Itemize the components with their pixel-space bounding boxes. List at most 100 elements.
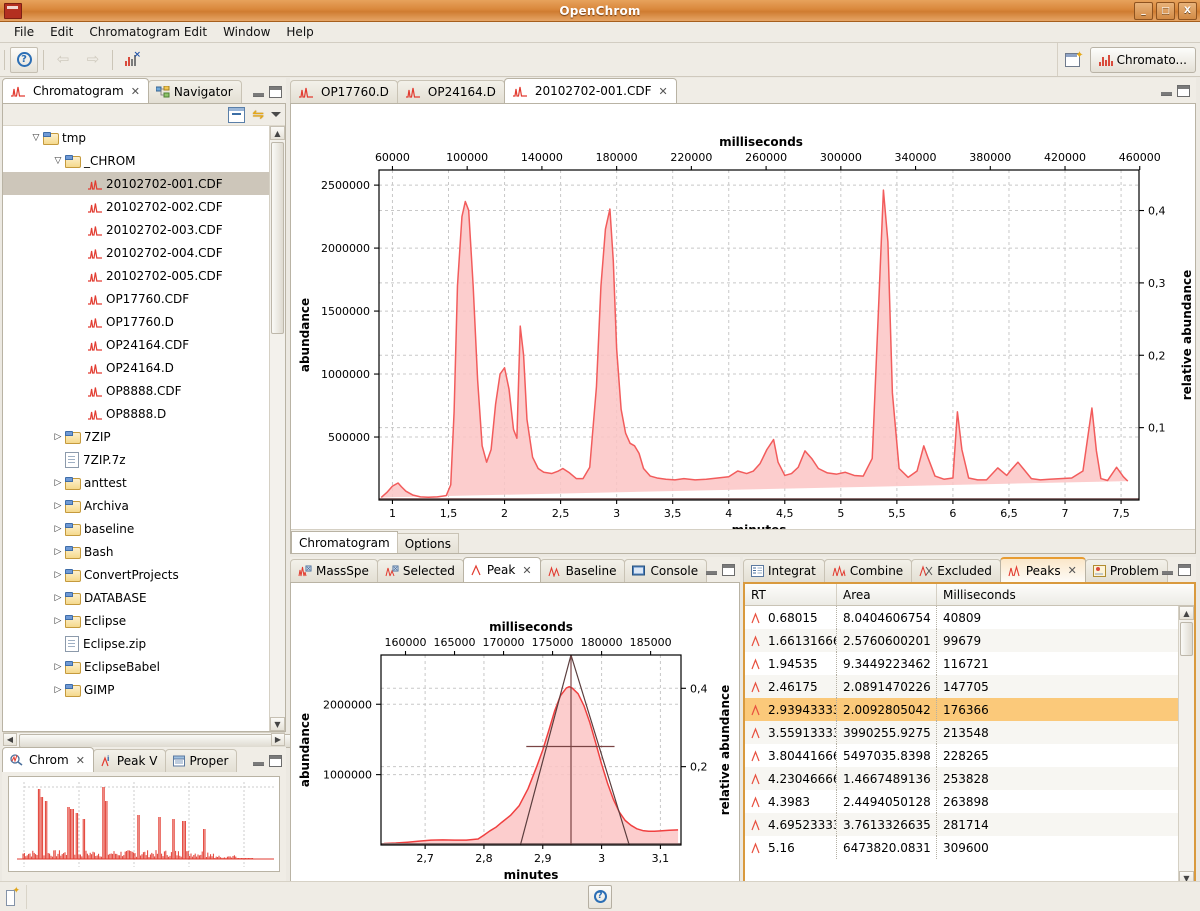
tab-selected-peak[interactable]: Selected bbox=[376, 559, 464, 582]
tree-item[interactable]: 20102702-003.CDF bbox=[3, 218, 269, 241]
menu-window[interactable]: Window bbox=[215, 23, 278, 41]
tree-item[interactable]: Eclipse.zip bbox=[3, 632, 269, 655]
close-icon[interactable]: ✕ bbox=[522, 564, 531, 577]
tab-peaks[interactable]: Peaks ✕ bbox=[999, 557, 1086, 582]
tab-excluded[interactable]: Excluded bbox=[911, 559, 1001, 582]
table-row[interactable]: 1.94535 9.3449223462 116721 bbox=[745, 652, 1178, 675]
tree-item[interactable]: ▷ Bash bbox=[3, 540, 269, 563]
tree-item[interactable]: ▷ GIMP bbox=[3, 678, 269, 701]
help-button[interactable]: ? bbox=[10, 46, 38, 73]
menu-file[interactable]: File bbox=[6, 23, 42, 41]
subtab-options[interactable]: Options bbox=[396, 533, 459, 553]
tree-item[interactable]: OP8888.D bbox=[3, 402, 269, 425]
mini-chromatogram-chart[interactable] bbox=[8, 776, 280, 872]
delete-chart-button[interactable]: × bbox=[118, 47, 146, 73]
collapse-all-icon[interactable] bbox=[228, 106, 246, 123]
tree-item[interactable]: 20102702-005.CDF bbox=[3, 264, 269, 287]
tree-twisty[interactable]: ▷ bbox=[51, 547, 65, 557]
menu-chromatogram-edit[interactable]: Chromatogram Edit bbox=[81, 23, 215, 41]
main-chromatogram-chart[interactable]: 1 1,5 2 2,5 3 3,5 4 4,5 5 5,5 6 6,5 7 7,5 minutes 60000… bbox=[291, 104, 1195, 537]
scroll-down-icon[interactable]: ▼ bbox=[270, 717, 285, 731]
tree-item[interactable]: OP8888.CDF bbox=[3, 379, 269, 402]
table-row[interactable]: 0.68015 8.0404606754 40809 bbox=[745, 606, 1178, 629]
tree-item[interactable]: ▽ tmp bbox=[3, 126, 269, 149]
tree-twisty[interactable]: ▷ bbox=[51, 570, 65, 580]
minimize-view-icon[interactable] bbox=[1162, 565, 1173, 575]
tree-twisty[interactable]: ▷ bbox=[51, 524, 65, 534]
scroll-up-icon[interactable]: ▲ bbox=[1179, 606, 1194, 620]
tree-item[interactable]: OP17760.D bbox=[3, 310, 269, 333]
link-with-editor-icon[interactable]: ⇋ bbox=[252, 108, 264, 122]
maximize-view-icon[interactable] bbox=[1178, 564, 1191, 576]
perspective-chromatography-button[interactable]: Chromato... bbox=[1089, 46, 1196, 73]
table-row[interactable]: 4.69523333 3.7613326635 281714 bbox=[745, 813, 1178, 836]
minimize-view-icon[interactable] bbox=[1161, 86, 1172, 96]
tree-item[interactable]: ▷ DATABASE bbox=[3, 586, 269, 609]
minimize-view-icon[interactable] bbox=[706, 565, 717, 575]
tree-item[interactable]: ▷ Eclipse bbox=[3, 609, 269, 632]
tree-item[interactable]: ▷ EclipseBabel bbox=[3, 655, 269, 678]
tab-mass-spectrum[interactable]: MassSpe bbox=[290, 559, 378, 582]
tree-twisty[interactable]: ▷ bbox=[51, 593, 65, 603]
status-help-button[interactable]: ? bbox=[588, 884, 612, 909]
tree-twisty[interactable]: ▷ bbox=[51, 478, 65, 488]
maximize-button[interactable]: □ bbox=[1156, 2, 1175, 20]
tree-twisty[interactable]: ▷ bbox=[51, 501, 65, 511]
tab-problems[interactable]: Problem bbox=[1084, 559, 1168, 582]
tab-properties[interactable]: Proper bbox=[165, 749, 238, 772]
redo-button[interactable]: ⇨ bbox=[79, 47, 107, 73]
scroll-thumb[interactable] bbox=[271, 142, 284, 334]
tree-item[interactable]: OP17760.CDF bbox=[3, 287, 269, 310]
column-header-milliseconds[interactable]: Milliseconds bbox=[937, 584, 1194, 605]
menu-help[interactable]: Help bbox=[278, 23, 321, 41]
maximize-view-icon[interactable] bbox=[269, 755, 282, 767]
table-row[interactable]: 5.16 6473820.0831 309600 bbox=[745, 836, 1178, 859]
menu-edit[interactable]: Edit bbox=[42, 23, 81, 41]
scroll-up-icon[interactable]: ▲ bbox=[270, 126, 285, 140]
tab-integrator[interactable]: Integrat bbox=[743, 559, 825, 582]
tree-twisty[interactable]: ▷ bbox=[51, 662, 65, 672]
maximize-view-icon[interactable] bbox=[722, 564, 735, 576]
tree-item[interactable]: ▷ anttest bbox=[3, 471, 269, 494]
tree-item[interactable]: 20102702-002.CDF bbox=[3, 195, 269, 218]
tab-peak-view[interactable]: i Peak V bbox=[92, 749, 167, 772]
table-row[interactable]: 2.46175 2.0891470226 147705 bbox=[745, 675, 1178, 698]
tab-peak[interactable]: Peak ✕ bbox=[462, 557, 541, 582]
tree-twisty[interactable]: ▷ bbox=[51, 685, 65, 695]
tree-twisty[interactable]: ▽ bbox=[51, 156, 65, 166]
tab-chromatogram[interactable]: Chromatogram ✕ bbox=[2, 78, 149, 103]
tree-twisty[interactable]: ▷ bbox=[51, 616, 65, 626]
close-icon[interactable]: ✕ bbox=[659, 85, 668, 98]
table-row[interactable]: 3.55913333 3990255.9275 213548 bbox=[745, 721, 1178, 744]
minimize-view-icon[interactable] bbox=[253, 756, 264, 766]
close-icon[interactable]: ✕ bbox=[131, 85, 140, 98]
tree-item[interactable]: ▷ Archiva bbox=[3, 494, 269, 517]
scroll-left-icon[interactable]: ◀ bbox=[3, 733, 17, 746]
tab-navigator[interactable]: Navigator bbox=[147, 80, 242, 103]
view-menu-icon[interactable] bbox=[271, 112, 281, 117]
tab-combined[interactable]: Combine bbox=[823, 559, 913, 582]
close-icon[interactable]: ✕ bbox=[1068, 564, 1077, 577]
open-perspective-icon[interactable]: ✦ bbox=[1064, 50, 1084, 69]
editor-tab-20102702-001[interactable]: 20102702-001.CDF ✕ bbox=[503, 78, 677, 103]
undo-button[interactable]: ⇦ bbox=[49, 47, 77, 73]
maximize-view-icon[interactable] bbox=[1177, 85, 1190, 97]
tree-item[interactable]: OP24164.CDF bbox=[3, 333, 269, 356]
minimize-view-icon[interactable] bbox=[253, 87, 264, 97]
scroll-right-icon[interactable]: ▶ bbox=[271, 733, 285, 746]
editor-tab-op24164[interactable]: OP24164.D bbox=[396, 80, 505, 103]
tree-item[interactable]: ▽ _CHROM bbox=[3, 149, 269, 172]
table-vertical-scrollbar[interactable]: ▲ ▼ bbox=[1178, 606, 1194, 885]
peaks-table-rows[interactable]: 0.68015 8.0404606754 40809 1.66131666 2.5760… bbox=[745, 606, 1178, 885]
table-row[interactable]: 2.93943333 2.0092805042 176366 bbox=[745, 698, 1178, 721]
tree-item[interactable]: ▷ 7ZIP bbox=[3, 425, 269, 448]
tree-vertical-scrollbar[interactable]: ▲ ▼ bbox=[269, 126, 285, 731]
column-header-area[interactable]: Area bbox=[837, 584, 937, 605]
tree-twisty[interactable]: ▽ bbox=[29, 133, 43, 143]
subtab-chromatogram[interactable]: Chromatogram bbox=[291, 531, 398, 553]
table-row[interactable]: 1.66131666 2.5760600201 99679 bbox=[745, 629, 1178, 652]
tree-twisty[interactable]: ▷ bbox=[51, 432, 65, 442]
tree-item[interactable]: 7ZIP.7z bbox=[3, 448, 269, 471]
scroll-thumb[interactable] bbox=[1180, 622, 1193, 656]
navigator-tree[interactable]: ▽ tmp ▽ _CHROM 20102702-001.CDF 20102702-002.… bbox=[3, 126, 285, 731]
